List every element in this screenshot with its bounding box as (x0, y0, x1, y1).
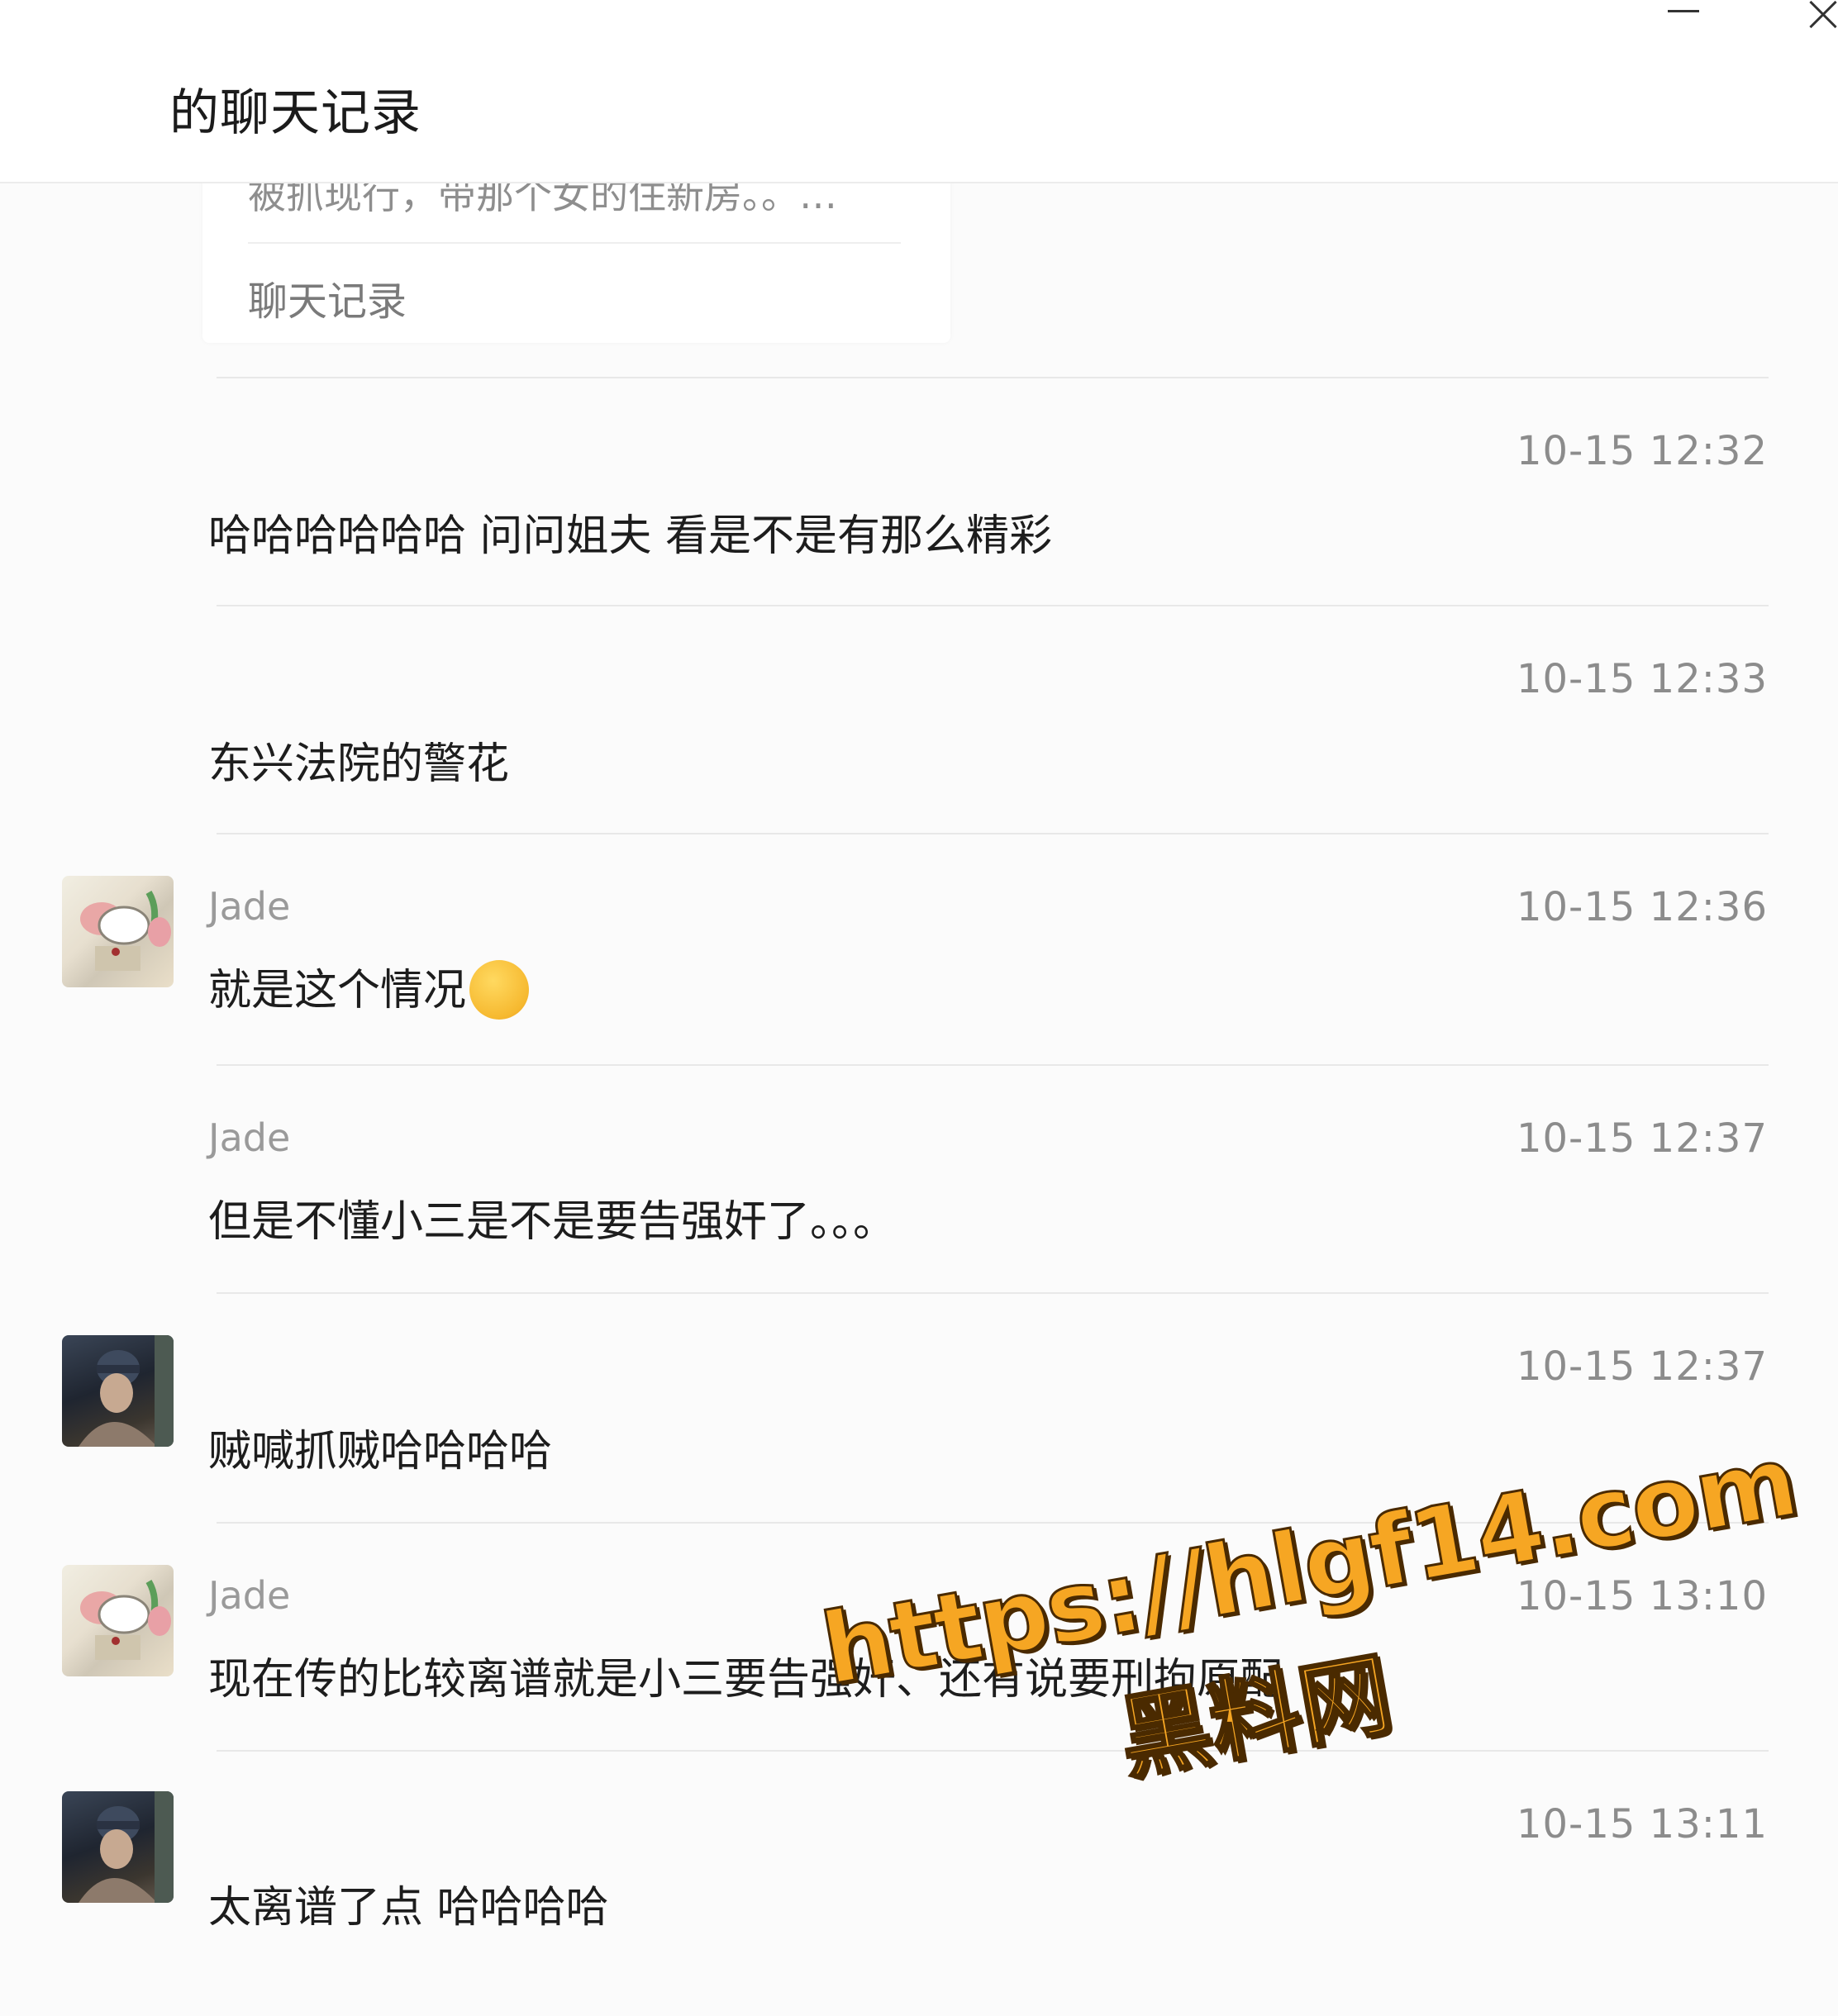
message-row[interactable]: 10-15 12:32 哈哈哈哈哈哈 问问姐夫 看是不是有那么精彩 (0, 377, 1838, 605)
forwarded-chat-divider (248, 242, 901, 244)
dark-avatar-image (79, 1791, 174, 1903)
message-time: 10-15 12:36 (1516, 884, 1768, 930)
close-button[interactable] (1802, 0, 1838, 33)
message-sender: Jade (208, 884, 291, 929)
message-text: 就是这个情况 (208, 966, 467, 1015)
jade-avatar-image (80, 890, 171, 971)
laugh-cry-emoji-icon (469, 960, 530, 1020)
message-text: 但是不懂小三是不是要告强奸了。。。 (208, 1197, 897, 1247)
message-time: 10-15 12:37 (1516, 1343, 1768, 1390)
window-title: 的聊天记录 (169, 84, 421, 142)
message-row[interactable]: Jade 10-15 12:37 但是不懂小三是不是要告强奸了。。。 (0, 1064, 1838, 1292)
message-row[interactable]: Jade 10-15 12:36 就是这个情况 (0, 833, 1838, 1064)
chat-history-window: 被抓现行，带那个女的住新房。。… 聊天记录 的聊天记录 10-15 12:32 … (0, 0, 1838, 2016)
dark-avatar[interactable] (62, 1335, 174, 1447)
message-text: 太离谱了点 哈哈哈哈 (208, 1883, 609, 1933)
message-text: 哈哈哈哈哈哈 问问姐夫 看是不是有那么精彩 (208, 511, 1053, 561)
dark-avatar-image (79, 1335, 174, 1447)
jade-avatar-image (80, 1579, 171, 1660)
message-time: 10-15 13:11 (1516, 1801, 1768, 1847)
message-row[interactable]: 10-15 12:33 东兴法院的警花 (0, 605, 1838, 833)
minimize-button[interactable] (1653, 0, 1711, 33)
message-time: 10-15 12:37 (1516, 1115, 1768, 1162)
jade-avatar[interactable] (62, 1565, 174, 1676)
message-text-row: 就是这个情况 (208, 955, 530, 1023)
message-text: 东兴法院的警花 (208, 739, 510, 789)
window-header: 的聊天记录 (0, 0, 1838, 183)
message-sender: Jade (208, 1115, 291, 1160)
message-text: 贼喊抓贼哈哈哈哈 (208, 1427, 553, 1476)
message-time: 10-15 12:33 (1516, 656, 1768, 702)
forwarded-chat-label: 聊天记录 (248, 278, 407, 325)
message-time: 10-15 12:32 (1516, 428, 1768, 474)
message-sender: Jade (208, 1573, 291, 1618)
dark-avatar[interactable] (62, 1791, 174, 1903)
jade-avatar[interactable] (62, 876, 174, 987)
